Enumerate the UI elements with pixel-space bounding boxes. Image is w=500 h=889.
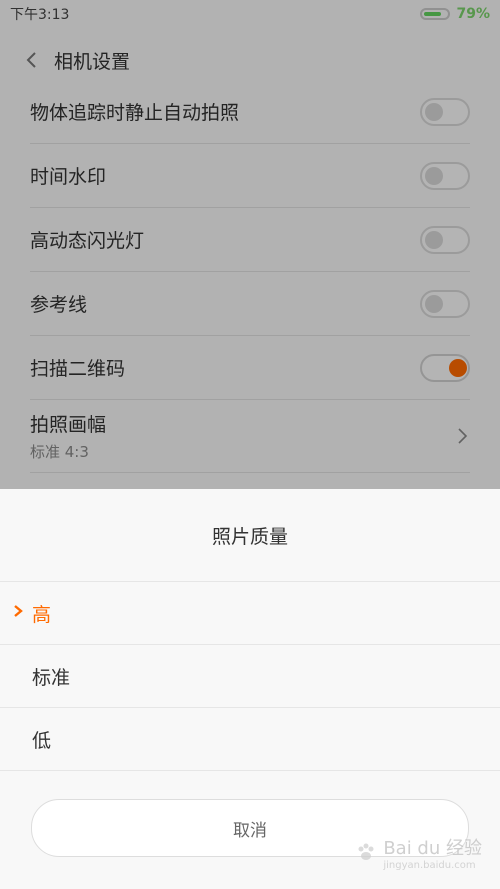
sheet-title: 照片质量: [0, 489, 500, 582]
chevron-selected-icon: [14, 605, 23, 617]
watermark-text: Bai du 经验 jingyan.baidu.com: [383, 834, 482, 871]
watermark-url: jingyan.baidu.com: [383, 860, 476, 871]
option-label: 高: [32, 603, 52, 626]
option-label: 标准: [32, 666, 71, 689]
camera-settings-screen: 下午3:13 79% 相机设置 物体追踪时静止自动拍照 时间水印 高动态闪光灯: [0, 0, 500, 889]
quality-option-standard[interactable]: 标准: [0, 645, 500, 708]
baidu-watermark: Bai du 经验 jingyan.baidu.com: [355, 834, 482, 871]
watermark-brand: Bai du 经验: [383, 838, 482, 859]
paw-logo-icon: [358, 843, 374, 860]
photo-quality-sheet: 照片质量 高 标准 低 取消 Bai du 经验 jingyan.baidu.c…: [0, 489, 500, 889]
quality-option-high[interactable]: 高: [0, 582, 500, 645]
dim-overlay[interactable]: [0, 0, 500, 489]
option-label: 低: [32, 729, 52, 752]
quality-option-low[interactable]: 低: [0, 708, 500, 771]
